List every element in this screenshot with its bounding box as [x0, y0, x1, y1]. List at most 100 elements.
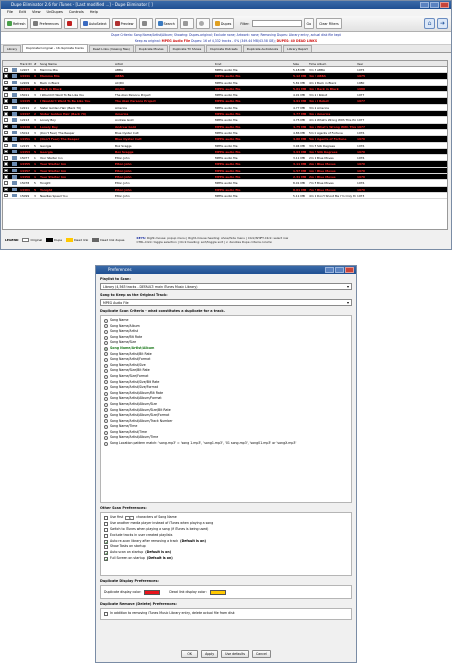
menu-item-controls[interactable]: Controls — [69, 9, 84, 16]
radio-button[interactable] — [104, 425, 108, 430]
menu-item-edit[interactable]: Edit — [19, 9, 26, 16]
column-header[interactable] — [284, 61, 292, 66]
tab-3[interactable]: Duplicate Movies — [134, 45, 168, 52]
char-count-input[interactable]: 6 — [125, 515, 135, 520]
checkbox[interactable] — [4, 80, 8, 85]
row-checkbox-cell[interactable] — [3, 187, 11, 192]
checkbox[interactable] — [104, 545, 108, 550]
checkbox[interactable] — [104, 527, 108, 532]
radio-button[interactable] — [104, 335, 108, 340]
preview-button[interactable]: Preview — [111, 18, 137, 29]
checkbox[interactable] — [104, 515, 108, 520]
duplicate-color-picker[interactable] — [144, 589, 161, 595]
radio-button[interactable] — [104, 374, 108, 379]
row-checkbox-cell[interactable] — [3, 193, 11, 198]
column-header[interactable] — [3, 61, 11, 66]
radio-button[interactable] — [104, 441, 108, 446]
tab-7[interactable]: Library Report — [283, 45, 312, 52]
playlist-select[interactable]: Library (4,563 tracks - DEFAULT: main iT… — [100, 283, 352, 290]
row-checkbox-cell[interactable] — [3, 155, 11, 160]
row-checkbox-cell[interactable] — [3, 174, 11, 179]
checkbox[interactable]: ✔ — [104, 557, 108, 562]
checkbox[interactable] — [4, 175, 8, 179]
player-button[interactable] — [138, 18, 153, 29]
tab-4[interactable]: Duplicate TV Shows — [168, 45, 206, 52]
arrow-right-icon[interactable]: ➜ — [437, 18, 448, 29]
cancel-button[interactable]: Cancel — [252, 650, 271, 658]
column-header[interactable]: Track ID — [19, 61, 33, 66]
radio-button[interactable] — [104, 391, 108, 396]
table-row[interactable]: 15099 3 Needles Speed You Elton John MPEG au… — [3, 193, 447, 200]
row-checkbox-cell[interactable] — [3, 111, 11, 116]
clear-filters-button[interactable]: Clear Filters — [316, 18, 342, 29]
menu-item-undupes[interactable]: UnDupes — [47, 9, 63, 16]
menu-item-file[interactable]: File — [7, 9, 13, 16]
minimize-icon[interactable] — [420, 2, 429, 8]
checkbox[interactable] — [104, 521, 108, 526]
row-checkbox-cell[interactable] — [3, 124, 11, 129]
checkbox[interactable]: ✔ — [104, 551, 108, 556]
checkbox[interactable] — [4, 124, 8, 129]
column-header[interactable]: Size — [292, 61, 308, 66]
checkbox[interactable] — [4, 99, 8, 103]
close-icon[interactable] — [440, 2, 449, 8]
apply-button[interactable]: Apply — [201, 650, 219, 658]
dead-link-color-picker[interactable] — [209, 589, 226, 595]
checkbox[interactable] — [4, 193, 8, 198]
maximize-icon[interactable] — [335, 267, 344, 273]
row-checkbox-cell[interactable] — [3, 168, 11, 173]
row-checkbox-cell[interactable] — [3, 180, 11, 185]
radio-button[interactable] — [104, 352, 108, 357]
column-header[interactable]: Kind — [214, 61, 284, 66]
row-checkbox-cell[interactable] — [3, 105, 11, 110]
row-checkbox-cell[interactable] — [3, 117, 11, 122]
checkbox[interactable] — [4, 181, 8, 185]
ok-button[interactable]: OK — [181, 650, 199, 658]
row-checkbox-cell[interactable] — [3, 130, 11, 135]
row-checkbox-cell[interactable] — [3, 161, 11, 166]
checkbox[interactable] — [4, 156, 8, 160]
checkbox[interactable] — [4, 130, 8, 135]
use-defaults-button[interactable]: Use defaults — [221, 650, 250, 658]
column-header[interactable]: Year — [356, 61, 380, 66]
menu-item-view[interactable]: View — [32, 9, 41, 16]
radio-button[interactable] — [104, 324, 108, 329]
checkbox[interactable] — [4, 187, 8, 192]
radio-button[interactable] — [104, 408, 108, 413]
radio-button[interactable] — [104, 430, 108, 435]
menu-item-help[interactable]: Help — [90, 9, 98, 16]
filter-input[interactable] — [251, 20, 302, 27]
radio-button[interactable] — [104, 346, 108, 351]
refresh-button[interactable]: Refresh — [4, 18, 29, 29]
checkbox[interactable] — [4, 143, 8, 148]
checkbox[interactable]: ✔ — [104, 539, 108, 544]
radio-button[interactable] — [104, 402, 108, 407]
close-icon[interactable] — [345, 267, 354, 273]
column-header[interactable] — [11, 61, 19, 66]
radio-button[interactable] — [104, 357, 108, 362]
radio-button[interactable] — [104, 385, 108, 390]
radio-button[interactable] — [104, 369, 108, 374]
delete-file-option[interactable]: In addition to removing iTunes Music Lib… — [104, 611, 348, 617]
tab-0[interactable]: Library — [3, 45, 22, 52]
radio-button[interactable] — [104, 329, 108, 334]
radio-button[interactable] — [104, 380, 108, 385]
checkbox[interactable] — [4, 168, 8, 173]
radio-button[interactable] — [104, 363, 108, 368]
dupes-button[interactable]: Dupes — [211, 18, 235, 29]
checkbox[interactable] — [4, 105, 8, 110]
preferences-button[interactable]: Preferences — [30, 18, 62, 29]
other-option[interactable]: ✔ Full Screen on startup (Default is on) — [104, 556, 348, 562]
go-button[interactable]: Go — [303, 18, 315, 29]
criteria-option[interactable]: Song Location pattern match: 'song.mp3' … — [104, 441, 348, 447]
row-checkbox-cell[interactable] — [3, 143, 11, 148]
column-header[interactable]: Artist — [114, 61, 214, 66]
tab-2[interactable]: Dead Links (missing files) — [88, 45, 134, 52]
tab-6[interactable]: Duplicate Audiobooks — [242, 45, 283, 52]
checkbox[interactable] — [104, 611, 108, 616]
column-header[interactable]: Album — [316, 61, 356, 66]
checkbox[interactable] — [4, 112, 8, 116]
checkbox[interactable] — [4, 162, 8, 166]
radio-button[interactable] — [104, 419, 108, 424]
checkbox[interactable] — [4, 93, 8, 97]
